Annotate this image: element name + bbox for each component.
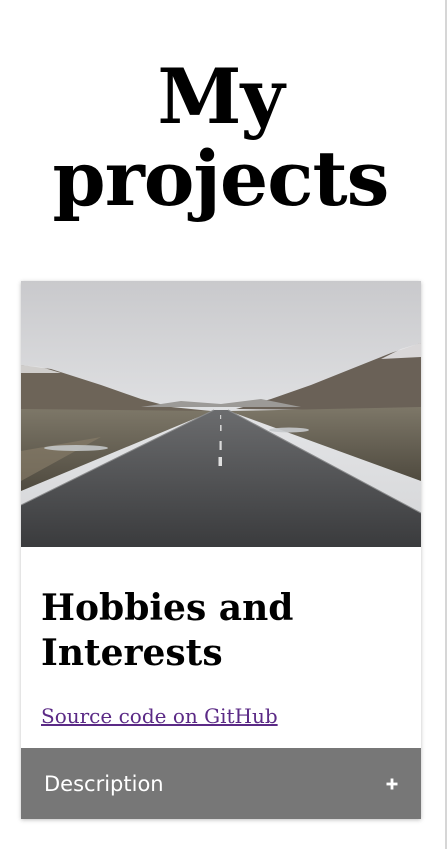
github-source-link[interactable]: Source code on GitHub — [41, 703, 278, 729]
project-card: Hobbies and Interests Source code on Git… — [21, 281, 421, 819]
page-title: My projects — [52, 52, 390, 223]
accordion-label: Description — [44, 772, 164, 796]
project-image — [21, 281, 421, 547]
description-accordion-toggle[interactable]: Description — [21, 748, 421, 819]
project-title: Hobbies and Interests — [41, 587, 294, 674]
plus-icon — [386, 778, 398, 790]
